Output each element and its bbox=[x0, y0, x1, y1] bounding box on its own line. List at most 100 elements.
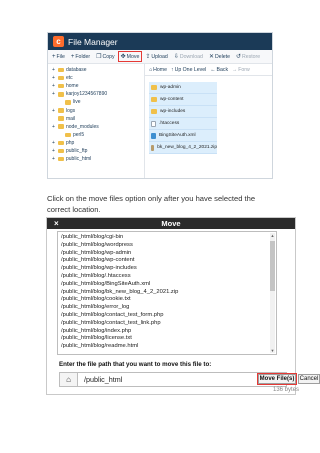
tree-item[interactable]: + database bbox=[52, 66, 144, 74]
path-list-item[interactable]: /public_html/blog/BingSiteAuth.xml bbox=[61, 281, 273, 289]
path-list[interactable]: /public_html/blog/cgi-bin/public_html/bl… bbox=[57, 231, 277, 355]
close-icon[interactable]: × bbox=[54, 218, 59, 229]
folder-icon bbox=[151, 85, 157, 90]
file-row[interactable]: .htaccess bbox=[149, 118, 217, 130]
path-list-item[interactable]: /public_html/blog/readme.html bbox=[61, 343, 273, 351]
file-name: .htaccess bbox=[159, 121, 180, 126]
tree-item[interactable]: + etc bbox=[52, 74, 144, 82]
restore-button[interactable]: ↺ Restore bbox=[234, 52, 262, 61]
nav-up-one-level-button[interactable]: ↑ Up One Level bbox=[171, 67, 206, 73]
expand-icon[interactable]: + bbox=[52, 124, 57, 130]
nav-label: Back bbox=[216, 66, 229, 73]
path-list-item[interactable]: /public_html/blog/bk_new_blog_4_2_2021.z… bbox=[61, 289, 273, 297]
download-button[interactable]: ⇩ Download bbox=[172, 52, 205, 61]
delete-icon: ✕ bbox=[208, 54, 214, 60]
tree-item[interactable]: + public_html bbox=[52, 155, 144, 163]
nav-label: Up One Level bbox=[174, 66, 207, 73]
file-name: wp-content bbox=[160, 97, 184, 102]
tree-item[interactable]: + public_ftp bbox=[52, 147, 144, 155]
new-file-button[interactable]: + File bbox=[50, 53, 67, 61]
folder-icon bbox=[58, 108, 64, 113]
file-size-text: 136 bytes bbox=[273, 387, 300, 393]
move-files-button[interactable]: Move File(s) bbox=[257, 373, 297, 385]
file-row[interactable]: wp-includes bbox=[149, 106, 217, 118]
tree-item[interactable]: + logs bbox=[52, 106, 144, 114]
cpanel-logo-icon: c bbox=[53, 36, 64, 47]
folder-icon bbox=[58, 92, 64, 97]
move-dialog-header: × Move bbox=[47, 218, 295, 229]
path-list-item[interactable]: /public_html/blog/index.php bbox=[61, 328, 273, 336]
destination-path-value[interactable]: /public_html bbox=[78, 375, 122, 384]
folder-icon bbox=[58, 148, 64, 154]
nav-back-button[interactable]: ← Back bbox=[210, 67, 228, 73]
expand-icon[interactable]: + bbox=[52, 83, 57, 89]
file-manager-title: File Manager bbox=[68, 36, 118, 47]
path-list-item[interactable]: /public_html/blog/cgi-bin bbox=[61, 234, 273, 242]
expand-icon[interactable]: + bbox=[52, 67, 57, 73]
path-list-item[interactable]: /public_html/blog/license.txt bbox=[61, 335, 273, 343]
tree-item-label: live bbox=[73, 99, 81, 106]
file-name: wp-admin bbox=[160, 85, 181, 90]
destination-path-field[interactable]: ⌂ /public_html bbox=[59, 372, 287, 387]
path-list-item[interactable]: /public_html/blog/wp-admin bbox=[61, 250, 273, 258]
home-icon: ⌂ bbox=[60, 373, 78, 386]
cancel-button[interactable]: Cancel bbox=[298, 374, 320, 384]
tree-item[interactable]: perl5 bbox=[52, 131, 144, 139]
tree-item[interactable]: + node_modules bbox=[52, 123, 144, 131]
new-folder-button[interactable]: + Folder bbox=[69, 53, 92, 61]
tree-item[interactable]: + php bbox=[52, 139, 144, 147]
delete-label: Delete bbox=[214, 53, 230, 60]
path-list-item[interactable]: /public_html/blog/cookie.txt bbox=[61, 296, 273, 304]
path-list-item[interactable]: /public_html/blog/contact_test_form.php bbox=[61, 312, 273, 320]
copy-label: Copy bbox=[102, 53, 115, 60]
tree-item-label: database bbox=[66, 67, 87, 74]
path-list-item[interactable]: /public_html/blog/wp-content bbox=[61, 257, 273, 265]
expand-icon[interactable]: + bbox=[52, 108, 57, 114]
download-icon: ⇩ bbox=[173, 54, 179, 60]
nav-forw-button[interactable]: → Forw bbox=[232, 67, 250, 73]
tree-item[interactable]: + karjoy1234567890 bbox=[52, 90, 144, 98]
expand-icon[interactable]: + bbox=[52, 148, 57, 154]
copy-button[interactable]: ❐ Copy bbox=[94, 52, 117, 61]
tree-item[interactable]: + home bbox=[52, 82, 144, 90]
file-row[interactable]: bk_new_blog_4_2_2021.zip bbox=[149, 142, 217, 154]
path-list-item[interactable]: /public_html/blog/error_log bbox=[61, 304, 273, 312]
move-button[interactable]: ✥ Move bbox=[117, 51, 143, 62]
tree-item-label: etc bbox=[66, 75, 73, 82]
expand-icon[interactable]: + bbox=[52, 75, 57, 81]
move-label: Move bbox=[126, 53, 140, 60]
expand-icon[interactable]: + bbox=[52, 156, 57, 162]
nav-home-button[interactable]: ⌂ Home bbox=[149, 67, 167, 73]
tree-item[interactable]: mail bbox=[52, 115, 144, 123]
nav-icon: → bbox=[232, 66, 238, 73]
folder-icon bbox=[65, 100, 71, 105]
scrollbar-thumb[interactable] bbox=[270, 241, 275, 291]
new-folder-label: Folder bbox=[75, 53, 91, 60]
scroll-down-icon[interactable]: ▼ bbox=[270, 348, 275, 353]
path-list-item[interactable]: /public_html/blog/.htaccess bbox=[61, 273, 273, 281]
delete-button[interactable]: ✕ Delete bbox=[207, 52, 232, 61]
path-list-item[interactable]: /public_html/blog/contact_test_link.php bbox=[61, 320, 273, 328]
tree-item[interactable]: live bbox=[52, 98, 144, 106]
path-list-item[interactable]: /public_html/blog/wordpress bbox=[61, 242, 273, 250]
file-row[interactable]: wp-content bbox=[149, 94, 217, 106]
zip-icon bbox=[151, 144, 155, 151]
folder-icon bbox=[65, 132, 71, 138]
expand-icon[interactable]: + bbox=[52, 91, 57, 97]
file-manager-header: c File Manager bbox=[48, 33, 272, 50]
folder-icon bbox=[58, 83, 64, 89]
nav-icon: ← bbox=[210, 66, 216, 73]
path-list-scrollbar[interactable]: ▲ ▼ bbox=[270, 233, 275, 353]
scroll-up-icon[interactable]: ▲ bbox=[270, 233, 275, 238]
path-list-item[interactable]: /public_html/blog/wp-includes bbox=[61, 265, 273, 273]
nav-label: Home bbox=[153, 66, 167, 73]
upload-button[interactable]: ⇪ Upload bbox=[143, 52, 169, 61]
folder-icon bbox=[58, 116, 64, 121]
file-row[interactable]: wp-admin bbox=[149, 82, 217, 94]
folder-icon bbox=[151, 109, 157, 114]
file-row[interactable]: BingSiteAuth.xml bbox=[149, 130, 217, 142]
expand-icon[interactable]: + bbox=[52, 140, 57, 146]
folder-icon bbox=[58, 140, 64, 146]
move-dialog-title: Move bbox=[161, 219, 181, 228]
tree-item-label: home bbox=[66, 83, 79, 90]
